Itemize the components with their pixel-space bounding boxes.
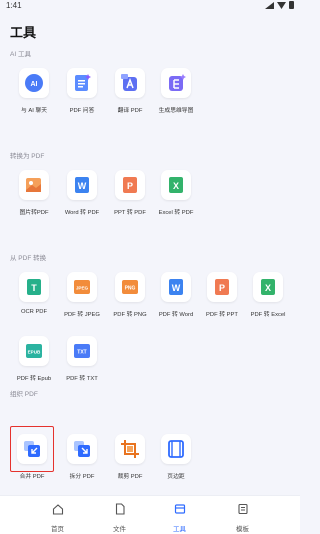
tool-label: 合并 PDF: [19, 474, 45, 480]
tool-label: PDF 转 TXT: [66, 376, 98, 382]
status-time: 1:41: [6, 1, 22, 10]
tool-pdf-to-excel[interactable]: X PDF 转 Excel: [242, 272, 294, 318]
excel-icon-text: X: [173, 181, 179, 191]
tab-label: 模板: [236, 526, 249, 533]
epub-icon-text: EPUB: [28, 350, 41, 355]
pdf-to-png-icon: PNG: [122, 280, 138, 294]
tool-label: 翻译 PDF: [117, 108, 143, 114]
wifi-icon: [277, 1, 286, 9]
split-pdf-icon: [74, 441, 90, 457]
section-title-convert-to-pdf: 转换为 PDF: [10, 153, 45, 160]
page-title: 工具: [10, 25, 37, 40]
image-to-pdf-icon: [26, 178, 41, 192]
png-icon-text: PNG: [125, 286, 136, 292]
battery-icon: [289, 1, 294, 9]
ai-chat-icon: AI: [25, 74, 43, 92]
tool-image-to-pdf[interactable]: 图片转PDF: [8, 170, 60, 216]
ppt-to-pdf-icon: P: [123, 177, 137, 193]
mindmap-icon: [169, 74, 186, 91]
section-title-organize-pdf: 组织 PDF: [10, 391, 38, 398]
excel-icon-text: X: [265, 283, 271, 293]
tool-pdf-to-png[interactable]: PNG PDF 转 PNG: [104, 272, 156, 318]
excel-to-pdf-icon: X: [169, 177, 183, 193]
pdf-qa-icon: [75, 74, 91, 91]
tool-label: 裁剪 PDF: [117, 474, 143, 480]
tool-label: Excel 转 PDF: [158, 210, 194, 216]
tool-mindmap[interactable]: 生成思维导图: [150, 68, 202, 114]
word-icon-text: W: [78, 181, 87, 191]
tool-label: PDF 转 JPEG: [64, 312, 100, 318]
tool-label: 与 AI 聊天: [20, 108, 48, 114]
section-title-ai-tools: AI 工具: [10, 51, 31, 58]
margins-icon: [168, 440, 184, 458]
tool-ocr-pdf[interactable]: T OCR PDF: [8, 272, 60, 315]
tool-translate-pdf[interactable]: 翻译 PDF: [104, 68, 156, 114]
status-bar: 1:41: [0, 0, 300, 12]
pdf-to-word-icon: W: [169, 279, 183, 295]
template-icon: [237, 503, 248, 515]
tool-pdf-to-word[interactable]: W PDF 转 Word: [150, 272, 202, 318]
tool-label: Word 转 PDF: [64, 210, 100, 216]
pdf-to-epub-icon: EPUB: [26, 344, 42, 358]
tool-label: PPT 转 PDF: [114, 210, 146, 216]
home-icon: [52, 504, 63, 515]
tool-label: PDF 转 Epub: [16, 376, 52, 382]
word-icon-text: W: [172, 283, 181, 293]
tool-label: PDF 转 PNG: [113, 312, 147, 318]
tool-pdf-to-epub[interactable]: EPUB PDF 转 Epub: [8, 336, 60, 382]
pdf-to-txt-icon: TXT: [74, 344, 90, 358]
ai-icon-text: AI: [31, 81, 38, 88]
section-title-from-pdf: 从 PDF 转换: [10, 255, 47, 262]
cellular-signal-icon: [265, 1, 274, 9]
ppt-icon-text: P: [219, 283, 225, 293]
tool-label: OCR PDF: [20, 309, 48, 315]
word-to-pdf-icon: W: [75, 177, 89, 193]
tool-split-pdf[interactable]: 拆分 PDF: [56, 434, 108, 480]
pdf-to-excel-icon: X: [261, 279, 275, 295]
crop-pdf-icon: [121, 440, 139, 458]
bottom-tab-bar: 首页 文件 工具 模板: [0, 495, 300, 534]
file-icon: [115, 503, 125, 515]
tool-ai-chat[interactable]: AI 与 AI 聊天: [8, 68, 60, 114]
pdf-to-ppt-icon: P: [215, 279, 229, 295]
tool-margins[interactable]: 页边距: [150, 434, 202, 480]
tool-crop-pdf[interactable]: 裁剪 PDF: [104, 434, 156, 480]
tool-ppt-to-pdf[interactable]: P PPT 转 PDF: [104, 170, 156, 216]
pdf-to-jpeg-icon: JPEG: [74, 280, 90, 294]
tool-label: PDF 问答: [69, 108, 95, 114]
tool-label: 页边距: [167, 474, 185, 480]
tool-label: PDF 转 Excel: [250, 312, 286, 318]
tool-label: 生成思维导图: [158, 108, 194, 114]
tab-templates[interactable]: 模板: [205, 496, 280, 533]
tools-icon: [174, 504, 185, 514]
tool-word-to-pdf[interactable]: W Word 转 PDF: [56, 170, 108, 216]
txt-icon-text: TXT: [77, 350, 86, 356]
jpeg-icon-text: JPEG: [76, 286, 89, 291]
ocr-icon-text: T: [31, 283, 37, 293]
tool-label: PDF 转 PPT: [206, 312, 238, 318]
translate-pdf-icon: [121, 74, 137, 91]
tool-pdf-to-jpeg[interactable]: JPEG PDF 转 JPEG: [56, 272, 108, 318]
tool-label: 图片转PDF: [19, 210, 49, 216]
tool-pdf-to-ppt[interactable]: P PDF 转 PPT: [196, 272, 248, 318]
selection-highlight: [10, 426, 54, 472]
tool-excel-to-pdf[interactable]: X Excel 转 PDF: [150, 170, 202, 216]
ppt-icon-text: P: [127, 181, 133, 191]
tool-pdf-qa[interactable]: PDF 问答: [56, 68, 108, 114]
tool-pdf-to-txt[interactable]: TXT PDF 转 TXT: [56, 336, 108, 382]
ocr-pdf-icon: T: [27, 279, 41, 295]
tool-label: PDF 转 Word: [158, 312, 194, 318]
tool-label: 拆分 PDF: [69, 474, 95, 480]
